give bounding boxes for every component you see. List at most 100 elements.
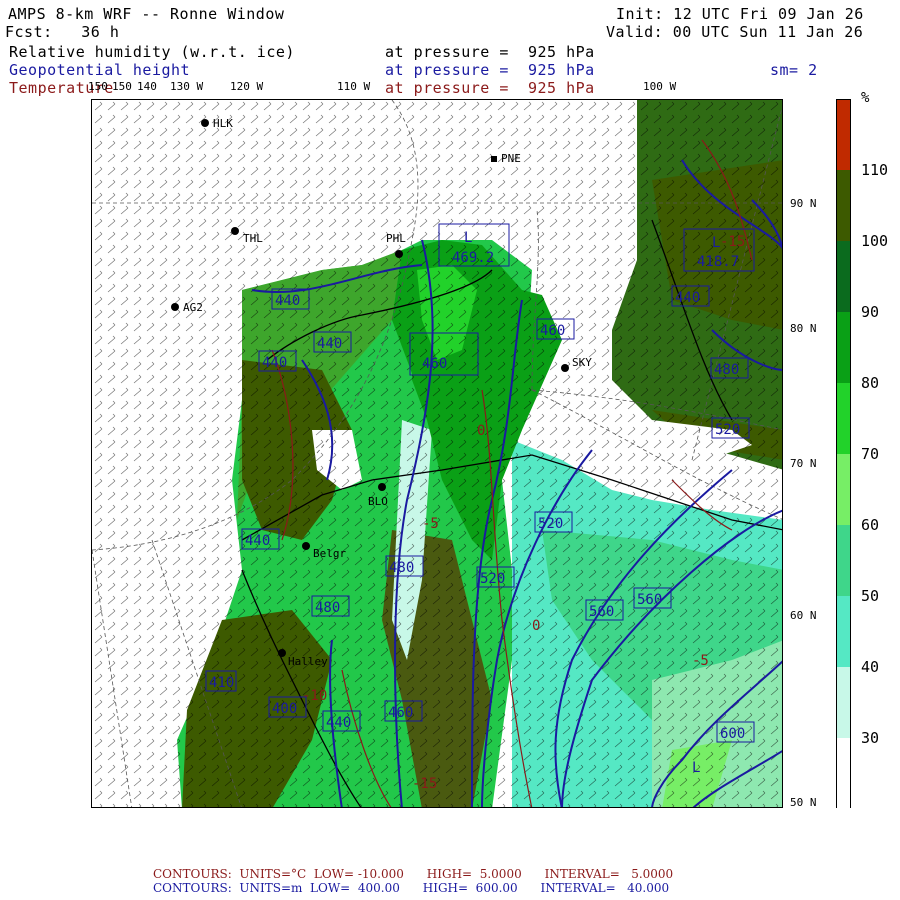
svg-text:469.2: 469.2 <box>452 250 494 266</box>
field-2-name: Geopotential height <box>9 61 191 79</box>
height-label-460c: 460 <box>384 700 423 722</box>
svg-text:BLO: BLO <box>368 495 388 508</box>
height-label-480b: 480 <box>385 555 424 577</box>
svg-text:520: 520 <box>480 571 505 587</box>
colorbar-seg-1 <box>837 100 850 170</box>
height-label-600: 600 <box>716 721 755 743</box>
map-canvas: HLK PNE THL PHL AG2 SKY BLO Belgr Halley… <box>92 100 782 807</box>
footer-temperature-contours: CONTOURS: UNITS=°C LOW= -10.000 HIGH= 5.… <box>153 867 674 881</box>
colorbar-tick-100: 100 <box>861 232 889 250</box>
colorbar-tick-60: 60 <box>861 516 880 534</box>
svg-text:PHL: PHL <box>386 232 406 245</box>
colorbar-tick-110: 110 <box>861 161 889 179</box>
colorbar-tick-70: 70 <box>861 445 880 463</box>
height-label-440f: 440 <box>671 285 710 307</box>
lon-label-130: 130 W <box>170 80 204 93</box>
lon-label-110: 110 W <box>337 80 371 93</box>
lon-label-150b: 150 <box>112 80 132 93</box>
svg-text:480: 480 <box>315 600 340 616</box>
svg-text:440: 440 <box>245 533 270 549</box>
svg-text:440: 440 <box>317 336 342 352</box>
svg-text:-5: -5 <box>692 653 709 669</box>
lon-label-140: 140 <box>137 80 157 93</box>
height-label-560b: 560 <box>585 599 624 621</box>
svg-text:0: 0 <box>532 618 540 634</box>
svg-text:SKY: SKY <box>572 356 592 369</box>
forecast-hour: Fcst: 36 h <box>5 23 120 41</box>
svg-text:THL: THL <box>243 232 263 245</box>
svg-text:L: L <box>692 760 700 776</box>
lat-label-60: 60 N <box>790 609 817 622</box>
svg-text:0: 0 <box>477 423 485 439</box>
svg-text:-5: -5 <box>422 516 439 532</box>
svg-text:Belgr: Belgr <box>313 547 346 560</box>
svg-text:L: L <box>464 230 472 246</box>
colorbar-seg-10 <box>837 738 850 809</box>
svg-text:Halley: Halley <box>288 655 328 668</box>
colorbar-tick-30: 30 <box>861 729 880 747</box>
colorbar-seg-8 <box>837 596 850 667</box>
height-label-520b: 520 <box>534 511 573 533</box>
height-label-440b: 440 <box>313 331 352 353</box>
height-label-520a: 520 <box>711 417 750 439</box>
colorbar-seg-7 <box>837 525 850 596</box>
height-label-400: 400 <box>268 696 307 718</box>
svg-text:440: 440 <box>262 355 287 371</box>
plot-title: AMPS 8-km WRF -- Ronne Window <box>8 5 285 23</box>
svg-text:418.7: 418.7 <box>697 254 739 270</box>
height-label-460a: 460 <box>409 332 479 376</box>
colorbar-seg-4 <box>837 312 850 383</box>
svg-text:-15: -15 <box>720 234 745 250</box>
height-label-560a: 560 <box>633 587 672 609</box>
lat-label-80: 80 N <box>790 322 817 335</box>
svg-text:460: 460 <box>422 356 447 372</box>
footer-height-contours: CONTOURS: UNITS=m LOW= 400.00 HIGH= 600.… <box>153 881 670 895</box>
colorbar-seg-6 <box>837 454 850 525</box>
colorbar-seg-5 <box>837 383 850 454</box>
colorbar-tick-90: 90 <box>861 303 880 321</box>
lon-label-120: 120 W <box>230 80 264 93</box>
svg-text:480: 480 <box>389 560 414 576</box>
svg-text:-10: -10 <box>302 688 327 704</box>
svg-text:520: 520 <box>715 422 740 438</box>
field-1-level: at pressure = 925 hPa <box>385 43 595 61</box>
svg-text:440: 440 <box>326 715 351 731</box>
height-label-410: 410 <box>205 670 237 692</box>
height-label-480c: 480 <box>311 595 350 617</box>
height-label-520c: 520 <box>476 566 515 588</box>
valid-time: Valid: 00 UTC Sun 11 Jan 26 <box>606 23 864 41</box>
pressure-center-3[interactable]: L <box>692 760 700 776</box>
colorbar-seg-9 <box>837 667 850 738</box>
height-label-460b: 460 <box>536 318 575 340</box>
colorbar-unit: % <box>861 90 870 106</box>
svg-text:410: 410 <box>209 675 234 691</box>
field-1-name: Relative humidity (w.r.t. ice) <box>9 43 295 61</box>
height-label-440e: 440 <box>322 710 361 732</box>
lat-label-50: 50 N <box>790 796 817 809</box>
lat-label-90: 90 N <box>790 197 817 210</box>
colorbar-seg-2 <box>837 170 850 241</box>
map-panel[interactable]: HLK PNE THL PHL AG2 SKY BLO Belgr Halley… <box>91 99 783 808</box>
colorbar-tick-40: 40 <box>861 658 880 676</box>
init-time: Init: 12 UTC Fri 09 Jan 26 <box>616 5 864 23</box>
colorbar-seg-3 <box>837 241 850 312</box>
svg-text:400: 400 <box>272 701 297 717</box>
lon-label-150a: 150 <box>88 80 108 93</box>
colorbar <box>836 99 851 809</box>
svg-text:520: 520 <box>538 516 563 532</box>
svg-text:AG2: AG2 <box>183 301 203 314</box>
lon-label-100: 100 W <box>643 80 677 93</box>
svg-text:440: 440 <box>675 290 700 306</box>
pressure-center-1[interactable]: L 469.2 <box>438 223 510 267</box>
svg-text:460: 460 <box>540 323 565 339</box>
wind-barbs <box>92 100 782 807</box>
colorbar-tick-80: 80 <box>861 374 880 392</box>
svg-text:480: 480 <box>714 362 739 378</box>
height-label-480a: 480 <box>710 357 749 379</box>
height-label-440a: 440 <box>271 288 310 310</box>
lat-label-70: 70 N <box>790 457 817 470</box>
svg-text:560: 560 <box>589 604 614 620</box>
height-label-440d: 440 <box>241 528 280 550</box>
smoothing-label: sm= 2 <box>770 61 818 79</box>
colorbar-tick-50: 50 <box>861 587 880 605</box>
